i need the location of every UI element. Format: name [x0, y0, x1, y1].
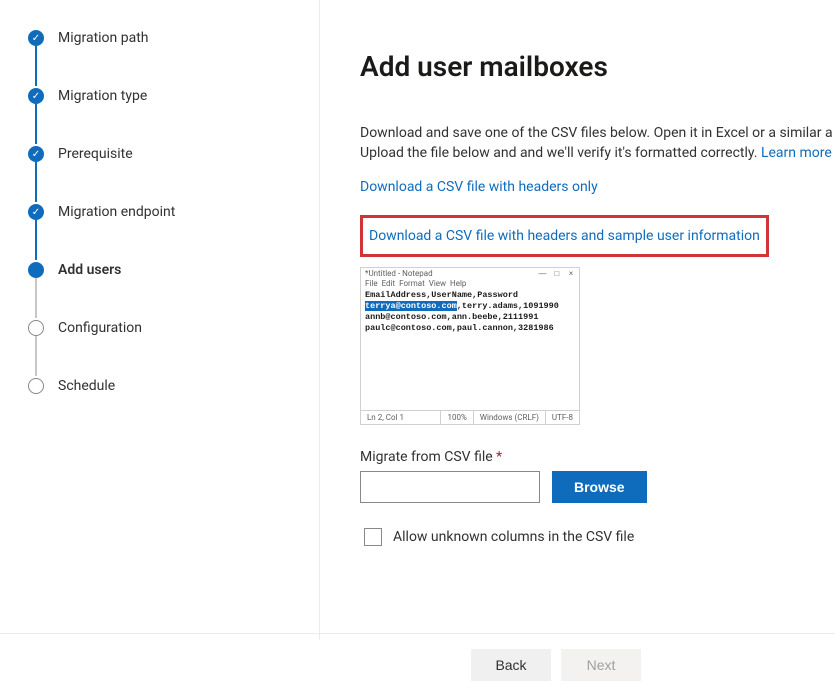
notepad-menubar: File EditFormat View Help	[361, 279, 579, 290]
wizard-step-label: Add users	[58, 260, 121, 318]
step-connector	[35, 104, 37, 144]
notepad-window-controls: — □ ×	[537, 269, 577, 278]
wizard-step-add-users[interactable]: Add users	[28, 260, 299, 318]
wizard-step-label: Configuration	[58, 318, 142, 376]
csv-field-label: Migrate from CSV file *	[360, 449, 835, 465]
allow-unknown-columns-label: Allow unknown columns in the CSV file	[393, 529, 634, 545]
allow-unknown-columns-row[interactable]: Allow unknown columns in the CSV file	[360, 525, 835, 549]
close-icon: ×	[565, 269, 577, 278]
notepad-menu-format: Format	[399, 279, 425, 288]
page-title: Add user mailboxes	[360, 50, 835, 83]
wizard-step-migration-path[interactable]: ✓ Migration path	[28, 28, 299, 86]
next-button: Next	[561, 649, 641, 681]
step-connector	[35, 336, 37, 376]
notepad-title: *Untitled - Notepad	[365, 269, 433, 278]
wizard-step-label: Schedule	[58, 376, 115, 396]
minimize-icon: —	[537, 269, 549, 278]
notepad-sample-screenshot: *Untitled - Notepad — □ × File EditFormat…	[360, 267, 580, 425]
active-step-icon	[28, 262, 44, 278]
highlighted-download-link-box: Download a CSV file with headers and sam…	[360, 215, 769, 257]
wizard-step-schedule[interactable]: Schedule	[28, 376, 299, 396]
check-icon: ✓	[28, 30, 44, 46]
wizard-step-prerequisite[interactable]: ✓ Prerequisite	[28, 144, 299, 202]
pending-step-icon	[28, 320, 44, 336]
step-connector	[35, 162, 37, 202]
wizard-step-label: Prerequisite	[58, 144, 133, 202]
notepad-status-bar: Ln 2, Col 1 100% Windows (CRLF) UTF-8	[361, 410, 579, 424]
allow-unknown-columns-checkbox[interactable]	[364, 528, 382, 546]
learn-more-link[interactable]: Learn more	[761, 145, 832, 161]
step-connector	[35, 220, 37, 260]
download-csv-headers-only-link[interactable]: Download a CSV file with headers only	[360, 179, 598, 195]
notepad-menu-file: File	[365, 279, 378, 288]
back-button[interactable]: Back	[471, 649, 551, 681]
notepad-body: EmailAddress,UserName,Password terrya@co…	[361, 290, 579, 410]
step-connector	[35, 278, 37, 318]
download-csv-headers-sample-link[interactable]: Download a CSV file with headers and sam…	[369, 228, 760, 244]
browse-button[interactable]: Browse	[552, 471, 647, 503]
wizard-step-label: Migration endpoint	[58, 202, 175, 260]
wizard-step-migration-type[interactable]: ✓ Migration type	[28, 86, 299, 144]
maximize-icon: □	[551, 269, 563, 278]
csv-file-input[interactable]	[360, 471, 540, 503]
check-icon: ✓	[28, 88, 44, 104]
check-icon: ✓	[28, 204, 44, 220]
notepad-menu-view: View	[429, 279, 446, 288]
check-icon: ✓	[28, 146, 44, 162]
notepad-menu-help: Help	[450, 279, 466, 288]
wizard-step-migration-endpoint[interactable]: ✓ Migration endpoint	[28, 202, 299, 260]
wizard-footer: Back Next	[0, 633, 835, 695]
wizard-step-label: Migration type	[58, 86, 147, 144]
wizard-step-configuration[interactable]: Configuration	[28, 318, 299, 376]
pending-step-icon	[28, 378, 44, 394]
wizard-step-label: Migration path	[58, 28, 149, 86]
wizard-steps-sidebar: ✓ Migration path ✓ Migration type ✓ Prerequis…	[0, 0, 320, 640]
description-text: Download and save one of the CSV files b…	[360, 123, 835, 163]
step-connector	[35, 46, 37, 86]
main-content: Add user mailboxes Download and save one…	[320, 0, 835, 640]
notepad-menu-edit: Edit	[382, 279, 396, 288]
